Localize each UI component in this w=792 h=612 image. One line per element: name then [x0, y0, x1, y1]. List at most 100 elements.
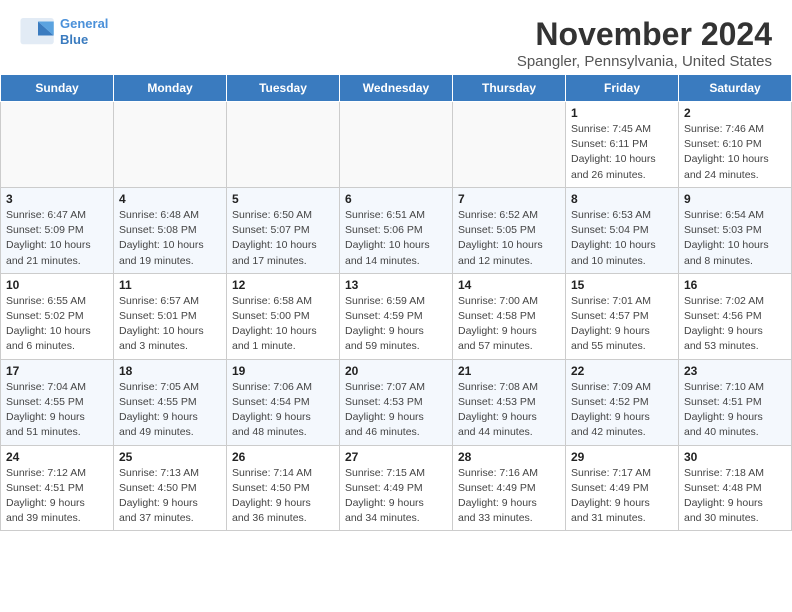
- day-number: 7: [458, 192, 560, 206]
- day-number: 3: [6, 192, 108, 206]
- day-detail: Sunrise: 7:15 AM Sunset: 4:49 PM Dayligh…: [345, 466, 447, 527]
- calendar-cell: 1Sunrise: 7:45 AM Sunset: 6:11 PM Daylig…: [566, 102, 679, 188]
- day-detail: Sunrise: 6:55 AM Sunset: 5:02 PM Dayligh…: [6, 294, 108, 355]
- weekday-header: Friday: [566, 75, 679, 102]
- calendar-cell: 27 Sunrise: 7:15 AM Sunset: 4:49 PM Dayli…: [340, 445, 453, 531]
- day-number: 14: [458, 278, 560, 292]
- day-detail: Sunrise: 6:54 AM Sunset: 5:03 PM Dayligh…: [684, 208, 786, 269]
- day-detail: Sunrise: 7:16 AM Sunset: 4:49 PM Dayligh…: [458, 466, 560, 527]
- day-detail: Sunrise: 7:08 AM Sunset: 4:53 PM Dayligh…: [458, 380, 560, 441]
- day-number: 22: [571, 364, 673, 378]
- day-detail: Sunrise: 7:13 AM Sunset: 4:50 PM Dayligh…: [119, 466, 221, 527]
- calendar-cell: 18 Sunrise: 7:05 AM Sunset: 4:55 PM Dayli…: [114, 359, 227, 445]
- day-detail: Sunrise: 6:53 AM Sunset: 5:04 PM Dayligh…: [571, 208, 673, 269]
- calendar-cell: 3 Sunrise: 6:47 AM Sunset: 5:09 PM Daylig…: [1, 187, 114, 273]
- calendar-cell: 6 Sunrise: 6:51 AM Sunset: 5:06 PM Daylig…: [340, 187, 453, 273]
- day-number: 1: [571, 106, 673, 120]
- day-detail: Sunrise: 7:18 AM Sunset: 4:48 PM Dayligh…: [684, 466, 786, 527]
- day-number: 26: [232, 450, 334, 464]
- day-number: 16: [684, 278, 786, 292]
- day-number: 20: [345, 364, 447, 378]
- calendar-cell: [1, 102, 114, 188]
- day-detail: Sunrise: 7:06 AM Sunset: 4:54 PM Dayligh…: [232, 380, 334, 441]
- day-detail: Sunrise: 7:10 AM Sunset: 4:51 PM Dayligh…: [684, 380, 786, 441]
- day-detail: Sunrise: 6:59 AM Sunset: 4:59 PM Dayligh…: [345, 294, 447, 355]
- day-number: 21: [458, 364, 560, 378]
- day-number: 19: [232, 364, 334, 378]
- month-title: November 2024: [517, 16, 772, 53]
- day-number: 13: [345, 278, 447, 292]
- day-number: 10: [6, 278, 108, 292]
- calendar-cell: 20 Sunrise: 7:07 AM Sunset: 4:53 PM Dayli…: [340, 359, 453, 445]
- calendar-cell: 4 Sunrise: 6:48 AM Sunset: 5:08 PM Daylig…: [114, 187, 227, 273]
- day-number: 29: [571, 450, 673, 464]
- calendar-cell: 21 Sunrise: 7:08 AM Sunset: 4:53 PM Dayli…: [453, 359, 566, 445]
- weekday-header: Monday: [114, 75, 227, 102]
- calendar-cell: 28 Sunrise: 7:16 AM Sunset: 4:49 PM Dayli…: [453, 445, 566, 531]
- day-detail: Sunrise: 6:48 AM Sunset: 5:08 PM Dayligh…: [119, 208, 221, 269]
- calendar-cell: 15Sunrise: 7:01 AM Sunset: 4:57 PM Dayli…: [566, 273, 679, 359]
- day-detail: Sunrise: 6:57 AM Sunset: 5:01 PM Dayligh…: [119, 294, 221, 355]
- day-number: 2: [684, 106, 786, 120]
- weekday-header: Thursday: [453, 75, 566, 102]
- day-number: 18: [119, 364, 221, 378]
- day-detail: Sunrise: 7:17 AM Sunset: 4:49 PM Dayligh…: [571, 466, 673, 527]
- calendar-cell: 30 Sunrise: 7:18 AM Sunset: 4:48 PM Dayli…: [679, 445, 792, 531]
- day-detail: Sunrise: 7:04 AM Sunset: 4:55 PM Dayligh…: [6, 380, 108, 441]
- calendar-cell: 7 Sunrise: 6:52 AM Sunset: 5:05 PM Daylig…: [453, 187, 566, 273]
- day-detail: Sunrise: 7:09 AM Sunset: 4:52 PM Dayligh…: [571, 380, 673, 441]
- weekday-header: Tuesday: [227, 75, 340, 102]
- calendar-week-row: 24 Sunrise: 7:12 AM Sunset: 4:51 PM Dayli…: [1, 445, 792, 531]
- calendar-cell: [227, 102, 340, 188]
- calendar-cell: [453, 102, 566, 188]
- day-detail: Sunrise: 7:05 AM Sunset: 4:55 PM Dayligh…: [119, 380, 221, 441]
- day-number: 9: [684, 192, 786, 206]
- calendar-cell: 2Sunrise: 7:46 AM Sunset: 6:10 PM Daylig…: [679, 102, 792, 188]
- calendar-cell: 24 Sunrise: 7:12 AM Sunset: 4:51 PM Dayli…: [1, 445, 114, 531]
- calendar-week-row: 3 Sunrise: 6:47 AM Sunset: 5:09 PM Daylig…: [1, 187, 792, 273]
- weekday-header: Wednesday: [340, 75, 453, 102]
- day-detail: Sunrise: 7:02 AM Sunset: 4:56 PM Dayligh…: [684, 294, 786, 355]
- day-detail: Sunrise: 7:14 AM Sunset: 4:50 PM Dayligh…: [232, 466, 334, 527]
- calendar-cell: [114, 102, 227, 188]
- location: Spangler, Pennsylvania, United States: [517, 53, 772, 70]
- day-number: 6: [345, 192, 447, 206]
- logo-line2: Blue: [60, 32, 88, 47]
- day-number: 28: [458, 450, 560, 464]
- calendar-cell: 13 Sunrise: 6:59 AM Sunset: 4:59 PM Dayli…: [340, 273, 453, 359]
- day-detail: Sunrise: 7:07 AM Sunset: 4:53 PM Dayligh…: [345, 380, 447, 441]
- day-number: 11: [119, 278, 221, 292]
- day-number: 17: [6, 364, 108, 378]
- calendar-cell: 9 Sunrise: 6:54 AM Sunset: 5:03 PM Daylig…: [679, 187, 792, 273]
- day-detail: Sunrise: 6:47 AM Sunset: 5:09 PM Dayligh…: [6, 208, 108, 269]
- day-number: 12: [232, 278, 334, 292]
- day-detail: Sunrise: 7:00 AM Sunset: 4:58 PM Dayligh…: [458, 294, 560, 355]
- day-number: 5: [232, 192, 334, 206]
- calendar-cell: 16 Sunrise: 7:02 AM Sunset: 4:56 PM Dayli…: [679, 273, 792, 359]
- day-number: 30: [684, 450, 786, 464]
- calendar-cell: 8 Sunrise: 6:53 AM Sunset: 5:04 PM Daylig…: [566, 187, 679, 273]
- weekday-header: Saturday: [679, 75, 792, 102]
- weekday-header-row: SundayMondayTuesdayWednesdayThursdayFrid…: [1, 75, 792, 102]
- page-header: General Blue November 2024 Spangler, Pen…: [0, 0, 792, 74]
- day-number: 23: [684, 364, 786, 378]
- day-detail: Sunrise: 6:58 AM Sunset: 5:00 PM Dayligh…: [232, 294, 334, 355]
- day-number: 8: [571, 192, 673, 206]
- calendar-cell: 26 Sunrise: 7:14 AM Sunset: 4:50 PM Dayli…: [227, 445, 340, 531]
- calendar-cell: 19 Sunrise: 7:06 AM Sunset: 4:54 PM Dayli…: [227, 359, 340, 445]
- calendar-cell: 14 Sunrise: 7:00 AM Sunset: 4:58 PM Dayli…: [453, 273, 566, 359]
- day-number: 24: [6, 450, 108, 464]
- logo: General Blue: [20, 16, 108, 47]
- logo-icon: [20, 18, 56, 46]
- day-detail: Sunrise: 6:51 AM Sunset: 5:06 PM Dayligh…: [345, 208, 447, 269]
- calendar-cell: 12 Sunrise: 6:58 AM Sunset: 5:00 PM Dayli…: [227, 273, 340, 359]
- day-detail: Sunrise: 6:52 AM Sunset: 5:05 PM Dayligh…: [458, 208, 560, 269]
- calendar-cell: 25Sunrise: 7:13 AM Sunset: 4:50 PM Dayli…: [114, 445, 227, 531]
- calendar-table: SundayMondayTuesdayWednesdayThursdayFrid…: [0, 74, 792, 531]
- day-number: 4: [119, 192, 221, 206]
- day-detail: Sunrise: 7:12 AM Sunset: 4:51 PM Dayligh…: [6, 466, 108, 527]
- calendar-cell: 17 Sunrise: 7:04 AM Sunset: 4:55 PM Dayli…: [1, 359, 114, 445]
- weekday-header: Sunday: [1, 75, 114, 102]
- calendar-week-row: 10 Sunrise: 6:55 AM Sunset: 5:02 PM Dayli…: [1, 273, 792, 359]
- day-number: 27: [345, 450, 447, 464]
